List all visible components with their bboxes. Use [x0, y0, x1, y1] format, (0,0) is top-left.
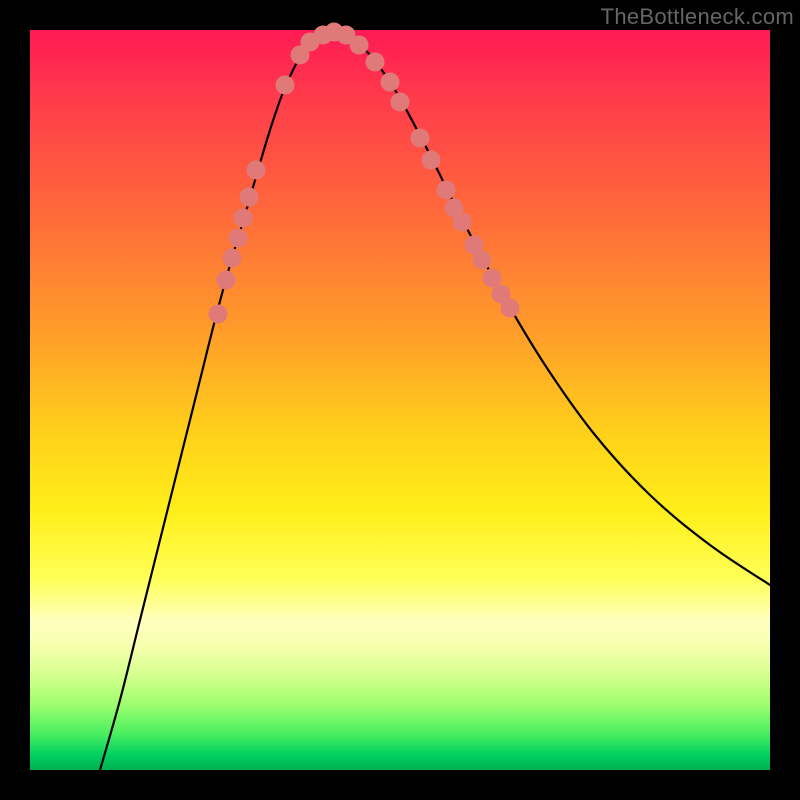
curve-marker — [453, 213, 472, 232]
curve-markers — [209, 23, 520, 324]
curve-marker — [240, 188, 259, 207]
curve-marker — [209, 305, 228, 324]
curve-marker — [229, 229, 248, 248]
curve-marker — [391, 93, 410, 112]
watermark-text: TheBottleneck.com — [601, 4, 794, 30]
curve-marker — [234, 209, 253, 228]
curve-marker — [366, 53, 385, 72]
curve-marker — [437, 181, 456, 200]
curve-marker — [483, 269, 502, 288]
curve-marker — [473, 251, 492, 270]
chart-svg — [30, 30, 770, 770]
curve-marker — [247, 161, 266, 180]
curve-marker — [381, 73, 400, 92]
chart-frame: TheBottleneck.com — [0, 0, 800, 800]
bottleneck-curve — [100, 32, 770, 770]
plot-area — [30, 30, 770, 770]
curve-marker — [411, 129, 430, 148]
curve-marker — [501, 299, 520, 318]
curve-marker — [223, 249, 242, 268]
curve-marker — [350, 36, 369, 55]
curve-marker — [422, 151, 441, 170]
curve-marker — [217, 271, 236, 290]
curve-marker — [276, 76, 295, 95]
